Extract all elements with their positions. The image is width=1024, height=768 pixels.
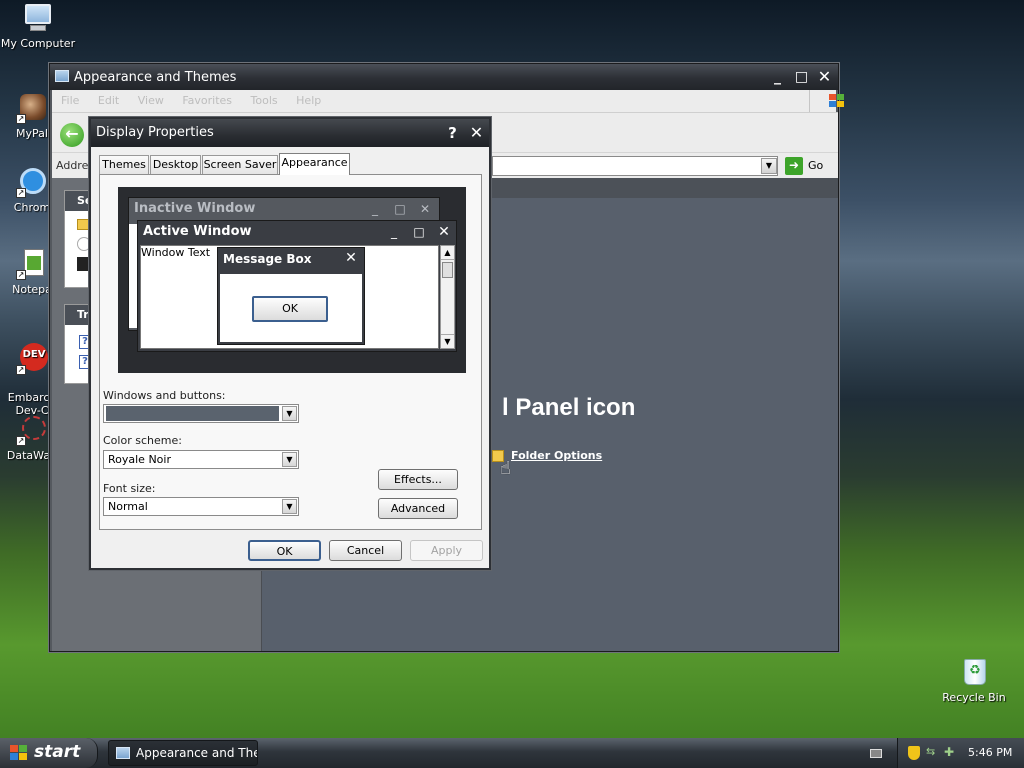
display-properties-dialog: Display Properties ? ✕ Themes Desktop Sc… bbox=[89, 117, 491, 570]
close-icon: ✕ bbox=[419, 202, 431, 216]
help-button[interactable]: ? bbox=[443, 124, 462, 143]
close-icon: ✕ bbox=[345, 250, 357, 266]
preview-window-text: Window Text bbox=[141, 246, 211, 259]
back-arrow-icon[interactable]: ← bbox=[60, 123, 84, 147]
menu-help[interactable]: Help bbox=[296, 94, 321, 107]
folder-icon bbox=[116, 747, 130, 759]
shortcut-arrow-icon: ↗ bbox=[16, 270, 26, 280]
taskbar-button-appearance-themes[interactable]: Appearance and The... bbox=[108, 740, 258, 766]
font-size-value: Normal bbox=[108, 500, 148, 513]
datawag-icon: ↗ bbox=[16, 414, 48, 446]
desktop-icon-label: My Computer bbox=[0, 37, 76, 50]
windows-flag-icon bbox=[10, 745, 28, 761]
go-label[interactable]: Go bbox=[808, 153, 823, 179]
preview-message-box: Message Box ✕ OK bbox=[217, 247, 365, 345]
dialog-title: Display Properties bbox=[96, 125, 214, 140]
desktop-icon-label: Recycle Bin bbox=[942, 691, 1006, 704]
scroll-up-icon: ▲ bbox=[441, 246, 454, 260]
security-shield-icon[interactable] bbox=[908, 746, 920, 760]
embarcadero-icon: DEV ↗ bbox=[16, 343, 48, 375]
scroll-thumb bbox=[442, 262, 453, 278]
apply-button[interactable]: Apply bbox=[410, 540, 483, 561]
tab-appearance[interactable]: Appearance bbox=[279, 153, 350, 175]
ok-button[interactable]: OK bbox=[248, 540, 321, 561]
close-button[interactable]: ✕ bbox=[815, 68, 834, 87]
shortcut-arrow-icon: ↗ bbox=[16, 188, 26, 198]
chevron-down-icon[interactable]: ▼ bbox=[282, 406, 297, 421]
windows-logo-icon bbox=[809, 90, 845, 112]
shortcut-arrow-icon: ↗ bbox=[16, 114, 26, 124]
start-label: start bbox=[34, 742, 81, 762]
preview-inactive-body bbox=[129, 224, 137, 328]
effects-button[interactable]: Effects... bbox=[378, 469, 458, 490]
preview-ok-button: OK bbox=[252, 296, 328, 322]
clock[interactable]: 5:46 PM bbox=[968, 738, 1012, 768]
minimize-button[interactable]: _ bbox=[768, 68, 787, 87]
address-input[interactable] bbox=[492, 156, 778, 176]
shortcut-arrow-icon: ↗ bbox=[16, 365, 26, 375]
color-scheme-value: Royale Noir bbox=[108, 453, 171, 466]
tab-desktop[interactable]: Desktop bbox=[150, 155, 201, 174]
windows-buttons-value bbox=[106, 406, 279, 421]
tab-screen-saver[interactable]: Screen Saver bbox=[202, 155, 278, 174]
hand-cursor-icon: ☝ bbox=[500, 458, 511, 479]
recycle-bin-icon: ♻ bbox=[958, 656, 990, 688]
menu-favorites[interactable]: Favorites bbox=[182, 94, 232, 107]
start-button[interactable]: start bbox=[0, 738, 98, 768]
system-tray: ⇆ ✚ 5:46 PM bbox=[897, 738, 1024, 768]
taskbar-button-label: Appearance and The... bbox=[136, 746, 257, 760]
preview-active-title: Active Window bbox=[143, 224, 252, 239]
tab-themes[interactable]: Themes bbox=[99, 155, 149, 174]
volume-icon[interactable]: ✚ bbox=[944, 746, 958, 758]
preview-scrollbar: ▲ ▼ bbox=[440, 245, 455, 349]
menu-tools[interactable]: Tools bbox=[251, 94, 278, 107]
cancel-button[interactable]: Cancel bbox=[329, 540, 402, 561]
menu-bar: File Edit View Favorites Tools Help bbox=[52, 90, 844, 112]
font-size-select[interactable]: Normal ▼ bbox=[103, 497, 299, 516]
windows-buttons-label: Windows and buttons: bbox=[103, 389, 226, 402]
menu-view[interactable]: View bbox=[138, 94, 164, 107]
window-title: Appearance and Themes bbox=[74, 70, 237, 85]
advanced-button[interactable]: Advanced bbox=[378, 498, 458, 519]
maximize-icon: □ bbox=[413, 225, 425, 239]
chevron-down-icon[interactable]: ▼ bbox=[282, 452, 297, 467]
close-icon: ✕ bbox=[438, 224, 450, 240]
appearance-preview: Inactive Window _ □ ✕ Active Window _ □ … bbox=[118, 187, 466, 373]
minimize-icon: _ bbox=[391, 225, 397, 239]
close-button[interactable]: ✕ bbox=[467, 124, 486, 143]
desktop-icon-my-computer[interactable]: My Computer bbox=[0, 2, 76, 50]
notepad-icon: ↗ bbox=[16, 248, 48, 280]
windows-buttons-select[interactable]: ▼ bbox=[103, 404, 299, 423]
menu-edit[interactable]: Edit bbox=[98, 94, 119, 107]
dialog-title-bar[interactable]: Display Properties ? ✕ bbox=[91, 119, 489, 147]
go-arrow-icon[interactable]: ➜ bbox=[785, 157, 803, 175]
maximize-icon: □ bbox=[394, 202, 406, 216]
maximize-button[interactable]: □ bbox=[792, 68, 811, 87]
keyboard-icon[interactable] bbox=[870, 749, 882, 758]
scroll-down-icon: ▼ bbox=[441, 334, 454, 348]
mypal-icon: ↗ bbox=[16, 92, 48, 124]
color-scheme-select[interactable]: Royale Noir ▼ bbox=[103, 450, 299, 469]
computer-icon bbox=[22, 2, 54, 34]
address-dropdown-button[interactable]: ▼ bbox=[761, 158, 777, 174]
section-heading: l Panel icon bbox=[502, 394, 636, 421]
appearance-panel: Inactive Window _ □ ✕ Active Window _ □ … bbox=[99, 174, 482, 530]
chevron-down-icon[interactable]: ▼ bbox=[282, 499, 297, 514]
minimize-icon: _ bbox=[372, 202, 378, 216]
desktop-icon-recycle-bin[interactable]: ♻ Recycle Bin bbox=[936, 656, 1012, 704]
shortcut-arrow-icon: ↗ bbox=[16, 436, 26, 446]
folder-icon bbox=[55, 70, 69, 82]
window-title-bar[interactable]: Appearance and Themes _ □ ✕ bbox=[50, 64, 838, 90]
font-size-label: Font size: bbox=[103, 482, 156, 495]
chrome-icon: ↗ bbox=[16, 166, 48, 198]
folder-options-link[interactable]: Folder Options bbox=[511, 449, 602, 462]
network-icon[interactable]: ⇆ bbox=[926, 746, 940, 758]
color-scheme-label: Color scheme: bbox=[103, 434, 182, 447]
taskbar: start Appearance and The... ⇆ ✚ 5:46 PM bbox=[0, 738, 1024, 768]
menu-file[interactable]: File bbox=[61, 94, 79, 107]
